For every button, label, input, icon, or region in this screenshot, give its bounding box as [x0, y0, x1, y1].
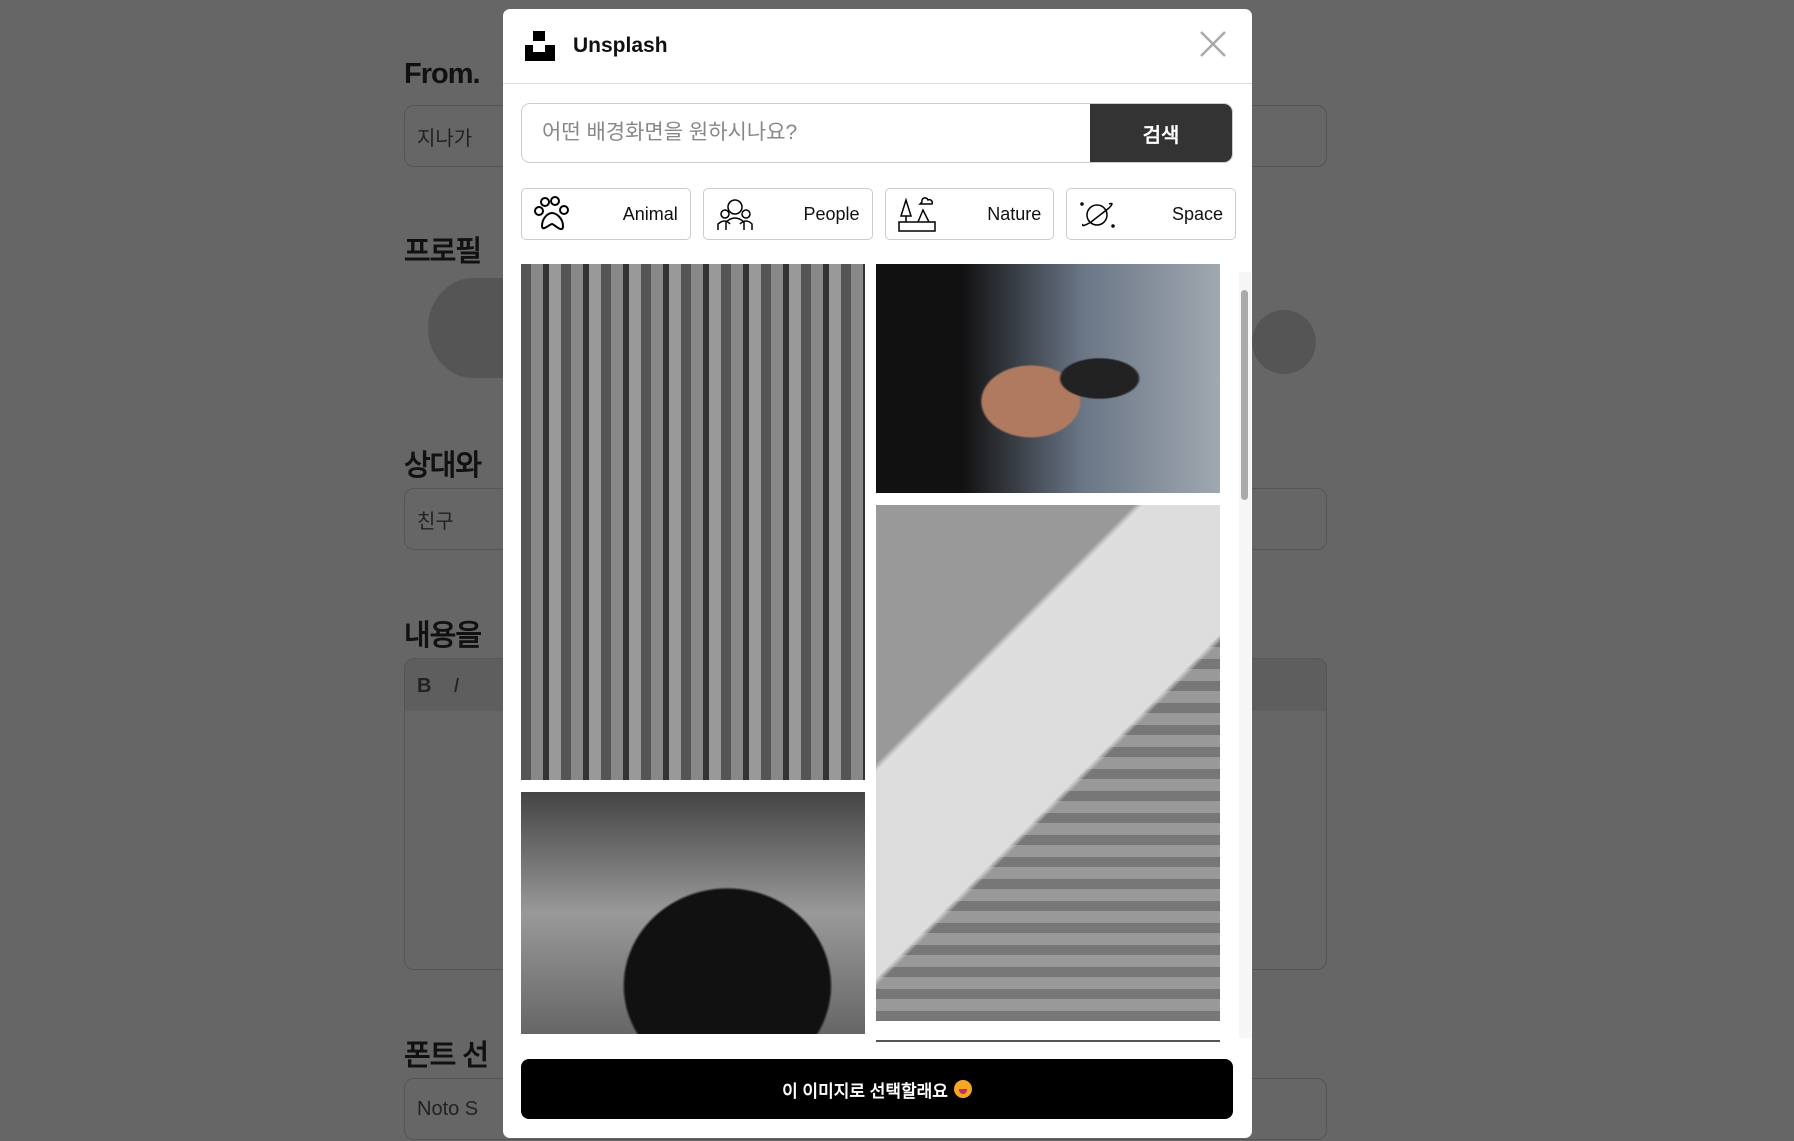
image-basalt-columns[interactable] [521, 264, 865, 780]
category-animal[interactable]: Animal [521, 188, 691, 240]
category-label: Space [1171, 203, 1223, 224]
nature-icon [897, 197, 936, 232]
category-nature[interactable]: Nature [884, 188, 1055, 240]
modal-header: Unsplash [503, 9, 1252, 84]
planet-icon [1080, 202, 1115, 228]
category-people[interactable]: People [702, 188, 873, 240]
select-image-button[interactable]: 이 이미지로 선택할래요 [521, 1059, 1233, 1119]
scrollbar-thumb[interactable] [1241, 290, 1248, 500]
category-label: Animal [622, 203, 678, 224]
scrollbar[interactable] [1239, 272, 1251, 1038]
search-button[interactable]: 검색 [1090, 104, 1232, 162]
italic-button[interactable]: I [453, 675, 459, 698]
profile-label: 프로필 [404, 236, 482, 268]
image-partial [876, 1040, 1220, 1042]
search-bar: 검색 [521, 103, 1233, 163]
paw-icon [534, 196, 569, 231]
close-icon[interactable] [1198, 29, 1228, 59]
image-phone-hands[interactable] [876, 264, 1220, 493]
image-staircase[interactable] [876, 505, 1220, 1021]
modal-title: Unsplash [573, 34, 668, 57]
relation-label: 상대와 [404, 450, 482, 482]
people-icon [717, 199, 753, 230]
image-blurred-hair[interactable] [521, 792, 865, 1034]
search-input[interactable] [522, 104, 1090, 162]
font-label: 폰트 선 [404, 1040, 489, 1072]
from-label: From. [404, 58, 481, 90]
select-image-label: 이 이미지로 선택할래요 [782, 1081, 948, 1101]
category-label: People [803, 203, 860, 224]
category-space[interactable]: Space [1066, 188, 1236, 240]
bold-button[interactable]: B [417, 675, 431, 698]
search-icon[interactable] [1252, 310, 1316, 374]
unsplash-modal: Unsplash 검색 Animal People Nature Space 이… [503, 9, 1252, 1138]
grinning-emoji-icon [953, 1080, 972, 1098]
unsplash-logo-icon [525, 31, 555, 61]
content-label: 내용을 [404, 620, 482, 652]
category-list: Animal People Nature Space [521, 188, 1236, 240]
category-label: Nature [987, 203, 1042, 224]
